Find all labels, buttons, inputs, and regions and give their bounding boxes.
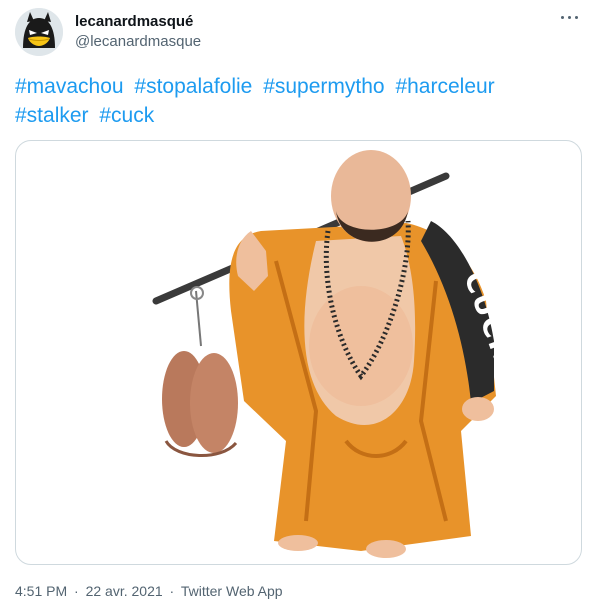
hashtag-link[interactable]: #stalker [15,104,89,127]
tweet-media[interactable]: CUCK [15,140,582,565]
user-handle[interactable]: @lecanardmasque [75,32,201,52]
hashtag-link[interactable]: #cuck [99,104,154,127]
tweet-text: #mavachou #stopalafolie #supermytho #har… [15,72,575,130]
batman-duck-avatar-icon [15,8,63,56]
display-name[interactable]: lecanardmasqué [75,12,201,31]
tweet-metadata: 4:51 PM · 22 avr. 2021 · Twitter Web App [15,582,283,600]
tweet-date[interactable]: 22 avr. 2021 [86,583,163,599]
meta-separator: · [169,583,175,599]
meta-separator: · [74,583,79,599]
user-info: lecanardmasqué @lecanardmasque [75,12,201,52]
hashtag-link[interactable]: #mavachou [15,75,124,98]
tweet: lecanardmasqué @lecanardmasque #mavachou… [0,0,599,603]
tweet-time[interactable]: 4:51 PM [15,583,67,599]
media-image: CUCK [152,150,520,558]
hashtag-link[interactable]: #stopalafolie [134,75,252,98]
more-horizontal-icon[interactable] [559,8,581,26]
hashtag-link[interactable]: #harceleur [395,75,494,98]
tweet-source[interactable]: Twitter Web App [181,583,283,599]
avatar[interactable] [15,8,63,56]
hashtag-link[interactable]: #supermytho [263,75,384,98]
